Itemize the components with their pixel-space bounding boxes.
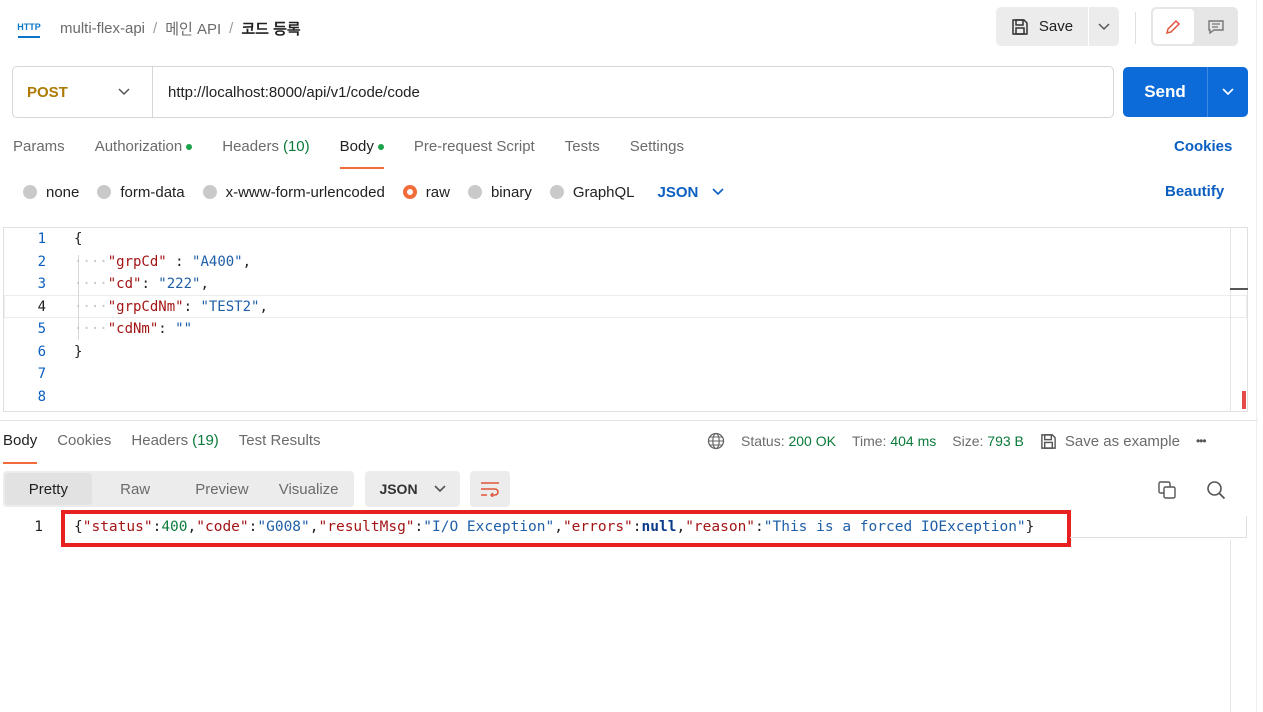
- tab-settings[interactable]: Settings: [630, 133, 684, 169]
- divider: [1246, 516, 1247, 538]
- breadcrumb-collection[interactable]: multi-flex-api: [60, 20, 145, 37]
- breadcrumb: HTTP multi-flex-api / 메인 API / 코드 등록: [17, 14, 301, 42]
- tab-params[interactable]: Params: [13, 133, 65, 169]
- tab-pre-request-script[interactable]: Pre-request Script: [414, 133, 535, 169]
- size-readout[interactable]: Size: 793 B: [952, 433, 1024, 449]
- scrollbar[interactable]: [1230, 540, 1231, 712]
- more-options-icon[interactable]: •••: [1196, 434, 1207, 448]
- tab-response-cookies[interactable]: Cookies: [57, 428, 111, 464]
- tab-body[interactable]: Body: [339, 133, 385, 169]
- editor-line: 6}: [37, 344, 83, 360]
- editor-line: 5 ····"cdNm": "": [37, 321, 193, 337]
- save-icon: [1041, 433, 1056, 449]
- breadcrumb-separator: /: [153, 19, 158, 37]
- cookies-link[interactable]: Cookies: [1174, 138, 1232, 155]
- highlight-box: [61, 510, 1071, 547]
- radio-graphql[interactable]: GraphQL: [549, 184, 635, 201]
- wrap-icon: [481, 482, 499, 497]
- tab-headers[interactable]: Headers (10): [222, 133, 309, 169]
- body-format-select[interactable]: JSON: [658, 184, 725, 201]
- radio-urlencoded[interactable]: x-www-form-urlencoded: [202, 184, 385, 201]
- save-as-example-button[interactable]: Save as example: [1040, 433, 1180, 450]
- save-label: Save: [1038, 18, 1074, 35]
- send-button-group: Send: [1123, 67, 1248, 117]
- tab-response-body[interactable]: Body: [3, 428, 38, 464]
- radio-raw[interactable]: raw: [402, 184, 450, 201]
- chevron-down-icon: [433, 485, 446, 493]
- edit-mode-button[interactable]: [1153, 9, 1194, 44]
- status-readout[interactable]: Status: 200 OK: [741, 433, 836, 449]
- beautify-button[interactable]: Beautify: [1165, 183, 1224, 200]
- chevron-down-icon: [1098, 22, 1110, 30]
- view-pretty[interactable]: Pretty: [5, 473, 92, 505]
- time-readout[interactable]: Time: 404 ms: [852, 433, 936, 449]
- comment-icon: [1208, 19, 1224, 34]
- request-body-editor[interactable]: 1{ 2 ····"grpCd" : "A400", 3 ····"cd": "22…: [3, 227, 1248, 412]
- breadcrumb-separator: /: [229, 19, 234, 37]
- pencil-icon: [1166, 19, 1181, 34]
- scrollbar[interactable]: [1230, 228, 1231, 411]
- radio-binary[interactable]: binary: [467, 184, 532, 201]
- wrap-lines-button[interactable]: [470, 471, 510, 507]
- editor-line: 3 ····"cd": "222",: [37, 276, 209, 292]
- search-icon: [1207, 481, 1226, 500]
- panel-divider[interactable]: [0, 420, 1258, 421]
- view-raw[interactable]: Raw: [92, 473, 179, 505]
- divider: [1070, 537, 1247, 538]
- chevron-down-icon: [712, 188, 724, 196]
- globe-icon[interactable]: [707, 432, 725, 450]
- comment-mode-button[interactable]: [1196, 9, 1237, 44]
- save-options-button[interactable]: [1089, 7, 1119, 46]
- editor-line: 1{: [37, 231, 83, 247]
- scrollbar-marker: [1230, 288, 1248, 290]
- divider: [1256, 0, 1257, 712]
- tab-tests[interactable]: Tests: [565, 133, 600, 169]
- request-bar: POST http://localhost:8000/api/v1/code/c…: [12, 66, 1114, 118]
- breadcrumb-request[interactable]: 코드 등록: [241, 18, 300, 39]
- url-input[interactable]: http://localhost:8000/api/v1/code/code: [153, 67, 1113, 117]
- editor-line: 7: [37, 366, 46, 382]
- radio-none[interactable]: none: [23, 184, 79, 201]
- response-meta: Status: 200 OK Time: 404 ms Size: 793 B …: [707, 430, 1207, 452]
- editor-line: 8: [37, 389, 46, 405]
- save-button-group: Save: [996, 7, 1119, 46]
- save-button[interactable]: Save: [996, 7, 1089, 46]
- divider: [1135, 12, 1136, 44]
- search-button[interactable]: [1205, 479, 1229, 503]
- send-options-button[interactable]: [1208, 67, 1248, 117]
- headers-count: (10): [282, 138, 310, 155]
- chevron-down-icon: [1222, 88, 1234, 96]
- view-visualize[interactable]: Visualize: [265, 473, 352, 505]
- response-tabs: Body Cookies Headers (19) Test Results: [3, 428, 321, 464]
- view-preview[interactable]: Preview: [179, 473, 266, 505]
- save-icon: [1012, 18, 1028, 35]
- body-type-radios: none form-data x-www-form-urlencoded raw…: [23, 181, 724, 203]
- tab-test-results[interactable]: Test Results: [239, 428, 321, 464]
- tab-response-headers[interactable]: Headers (19): [131, 428, 218, 464]
- mode-toggle: [1151, 7, 1238, 46]
- editor-line: 2 ····"grpCd" : "A400",: [37, 254, 252, 270]
- method-label: POST: [27, 83, 68, 101]
- editor-line: 4 ····"grpCdNm": "TEST2",: [37, 299, 268, 315]
- response-format-select[interactable]: JSON: [365, 471, 460, 507]
- request-tabs: Params Authorization Headers (10) Body Pr…: [13, 133, 684, 169]
- copy-button[interactable]: [1156, 479, 1180, 503]
- chevron-down-icon: [118, 88, 130, 96]
- status-dot: [186, 144, 193, 150]
- http-icon: HTTP: [17, 18, 41, 38]
- response-view-toggle: Pretty Raw Preview Visualize: [3, 471, 354, 507]
- send-button[interactable]: Send: [1123, 67, 1208, 117]
- tab-authorization[interactable]: Authorization: [95, 133, 193, 169]
- method-select[interactable]: POST: [13, 67, 153, 117]
- breadcrumb-folder[interactable]: 메인 API: [165, 18, 221, 39]
- scrollbar-error-marker: [1242, 391, 1246, 409]
- radio-form-data[interactable]: form-data: [97, 184, 185, 201]
- copy-icon: [1158, 481, 1176, 499]
- status-dot: [377, 144, 384, 150]
